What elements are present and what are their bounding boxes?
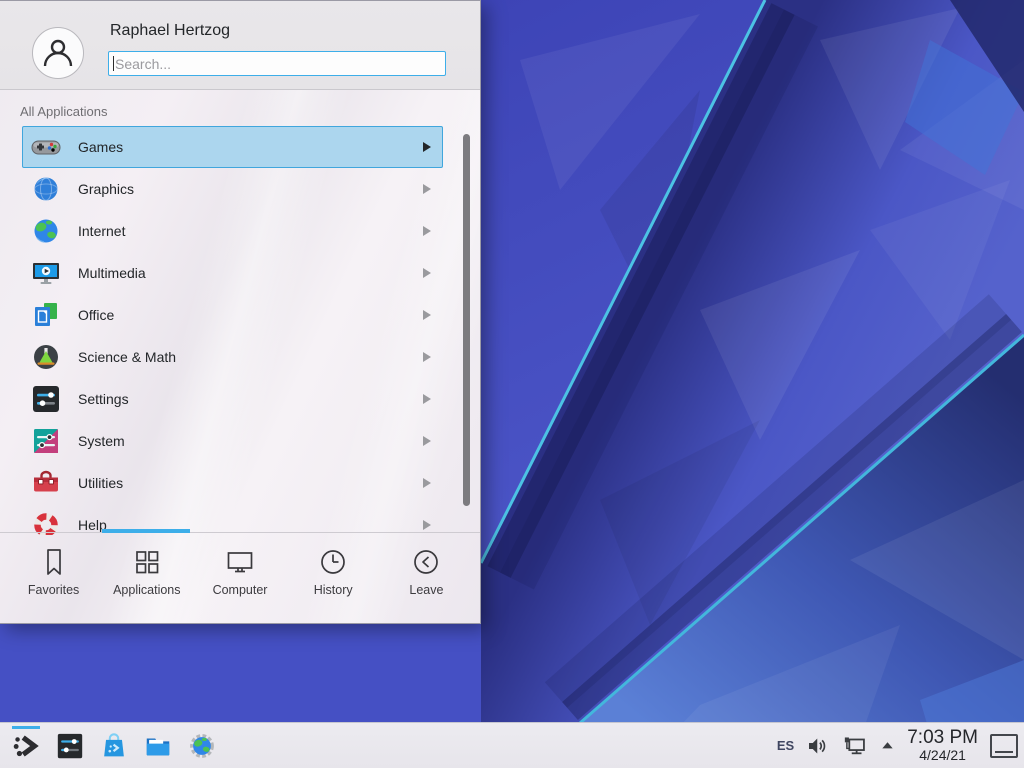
sliders-icon <box>30 383 62 415</box>
tab-computer[interactable]: Computer <box>193 533 286 623</box>
user-avatar[interactable] <box>32 27 84 79</box>
section-label: All Applications <box>20 104 107 119</box>
discover-button[interactable] <box>96 725 132 767</box>
tab-label: History <box>314 583 353 597</box>
category-label: Office <box>78 307 114 323</box>
keyboard-layout-indicator[interactable]: ES <box>777 738 794 753</box>
system-sliders-icon <box>30 425 62 457</box>
chevron-right-icon <box>423 142 431 152</box>
chevron-right-icon <box>423 268 431 278</box>
chevron-right-icon <box>423 226 431 236</box>
category-label: Multimedia <box>78 265 146 281</box>
user-icon <box>41 36 75 70</box>
category-label: Graphics <box>78 181 134 197</box>
category-games[interactable]: Games <box>22 126 443 168</box>
launcher-header: Raphael Hertzog Search... <box>0 1 480 90</box>
category-label: Science & Math <box>78 349 176 365</box>
tab-leave[interactable]: Leave <box>380 533 473 623</box>
search-placeholder: Search... <box>115 56 171 72</box>
chevron-right-icon <box>423 394 431 404</box>
category-graphics[interactable]: Graphics <box>22 168 443 210</box>
category-internet[interactable]: Internet <box>22 210 443 252</box>
sphere-icon <box>30 173 62 205</box>
file-manager-button[interactable] <box>140 725 176 767</box>
expand-tray-icon[interactable] <box>880 738 895 753</box>
app-launcher-button[interactable] <box>8 725 44 767</box>
browser-globe-icon <box>187 731 217 761</box>
category-utilities[interactable]: Utilities <box>22 462 443 504</box>
globe-icon <box>30 215 62 247</box>
category-label: Internet <box>78 223 125 239</box>
tab-label: Applications <box>113 583 180 597</box>
app-grid-icon <box>131 546 163 578</box>
search-input[interactable]: Search... <box>108 51 446 76</box>
leave-icon <box>410 546 442 578</box>
clock-time: 7:03 PM <box>907 728 978 748</box>
chevron-right-icon <box>423 352 431 362</box>
network-icon[interactable] <box>842 733 868 759</box>
tab-history[interactable]: History <box>287 533 380 623</box>
application-launcher-menu: Raphael Hertzog Search... All Applicatio… <box>0 0 481 624</box>
category-help[interactable]: Help <box>22 504 443 535</box>
category-office[interactable]: Office <box>22 294 443 336</box>
text-cursor <box>113 56 114 71</box>
system-settings-button[interactable] <box>52 725 88 767</box>
chevron-right-icon <box>423 184 431 194</box>
chevron-right-icon <box>423 478 431 488</box>
user-name: Raphael Hertzog <box>110 22 230 40</box>
category-settings[interactable]: Settings <box>22 378 443 420</box>
web-browser-button[interactable] <box>184 725 220 767</box>
computer-icon <box>224 546 256 578</box>
category-label: Settings <box>78 391 129 407</box>
category-system[interactable]: System <box>22 420 443 462</box>
tab-label: Leave <box>409 583 443 597</box>
chevron-right-icon <box>423 520 431 530</box>
toolbox-icon <box>30 467 62 499</box>
history-clock-icon <box>317 546 349 578</box>
volume-icon[interactable] <box>806 734 830 758</box>
digital-clock[interactable]: 7:03 PM 4/24/21 <box>907 728 978 763</box>
discover-icon <box>99 731 129 761</box>
tab-label: Favorites <box>28 583 79 597</box>
chevron-right-icon <box>423 310 431 320</box>
system-settings-icon <box>55 731 85 761</box>
category-list: Games Graphics <box>0 126 480 535</box>
active-tab-indicator <box>102 529 190 533</box>
tab-applications[interactable]: Applications <box>100 533 193 623</box>
show-desktop-button[interactable] <box>990 734 1018 758</box>
category-multimedia[interactable]: Multimedia <box>22 252 443 294</box>
monitor-play-icon <box>30 257 62 289</box>
flask-icon <box>30 341 62 373</box>
category-label: Games <box>78 139 123 155</box>
system-tray: ES 7:03 PM 4/24/21 <box>777 728 1024 763</box>
clock-date: 4/24/21 <box>919 748 966 763</box>
gamepad-icon <box>30 131 62 163</box>
desktop-icon <box>995 751 1013 753</box>
tab-favorites[interactable]: Favorites <box>7 533 100 623</box>
chevron-right-icon <box>423 436 431 446</box>
bookmark-icon <box>38 546 70 578</box>
category-label: Utilities <box>78 475 123 491</box>
taskbar: ES 7:03 PM 4/24/21 <box>0 722 1024 768</box>
tab-label: Computer <box>213 583 268 597</box>
folder-icon <box>143 731 173 761</box>
list-scrollbar[interactable] <box>463 134 470 506</box>
category-science-math[interactable]: Science & Math <box>22 336 443 378</box>
launcher-tab-bar: Favorites Applications Computer <box>0 532 480 623</box>
documents-icon <box>30 299 62 331</box>
kickoff-icon <box>11 731 41 761</box>
category-label: System <box>78 433 125 449</box>
